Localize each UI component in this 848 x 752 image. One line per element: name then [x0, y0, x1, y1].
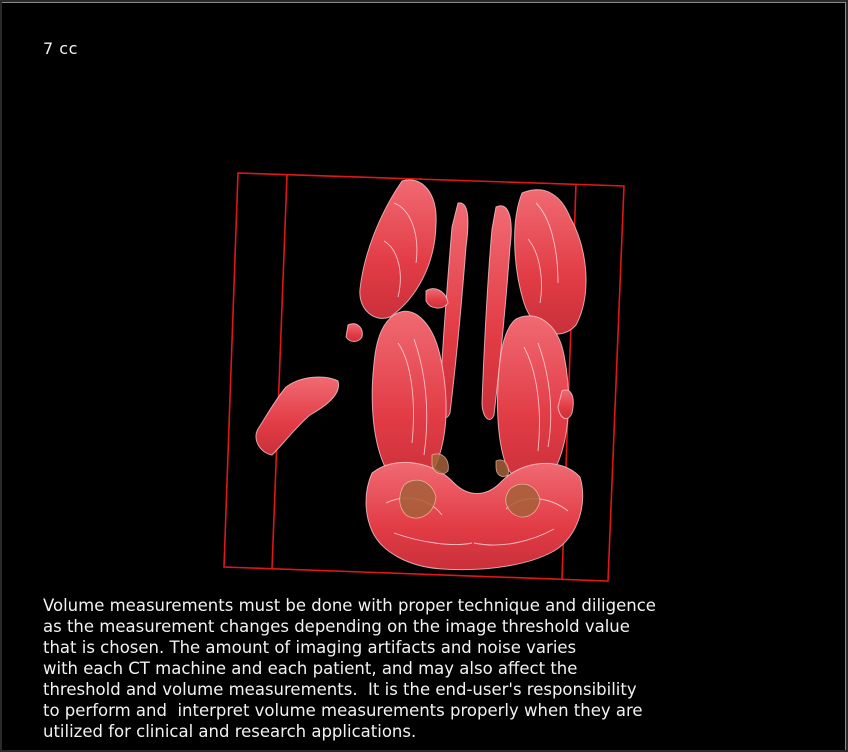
3d-render-viewport[interactable]: 7 cc Volume measurements must be done wi…: [2, 2, 846, 750]
disclaimer-line: with each CT machine and each patient, a…: [43, 659, 578, 678]
disclaimer-line: as the measurement changes depending on …: [43, 617, 630, 636]
measurement-disclaimer: Volume measurements must be done with pr…: [43, 595, 823, 742]
disclaimer-line: threshold and volume measurements. It is…: [43, 680, 637, 699]
disclaimer-line: that is chosen. The amount of imaging ar…: [43, 638, 577, 657]
disclaimer-line: utilized for clinical and research appli…: [43, 722, 417, 741]
disclaimer-line: Volume measurements must be done with pr…: [43, 596, 656, 615]
disclaimer-line: to perform and interpret volume measurem…: [43, 701, 643, 720]
